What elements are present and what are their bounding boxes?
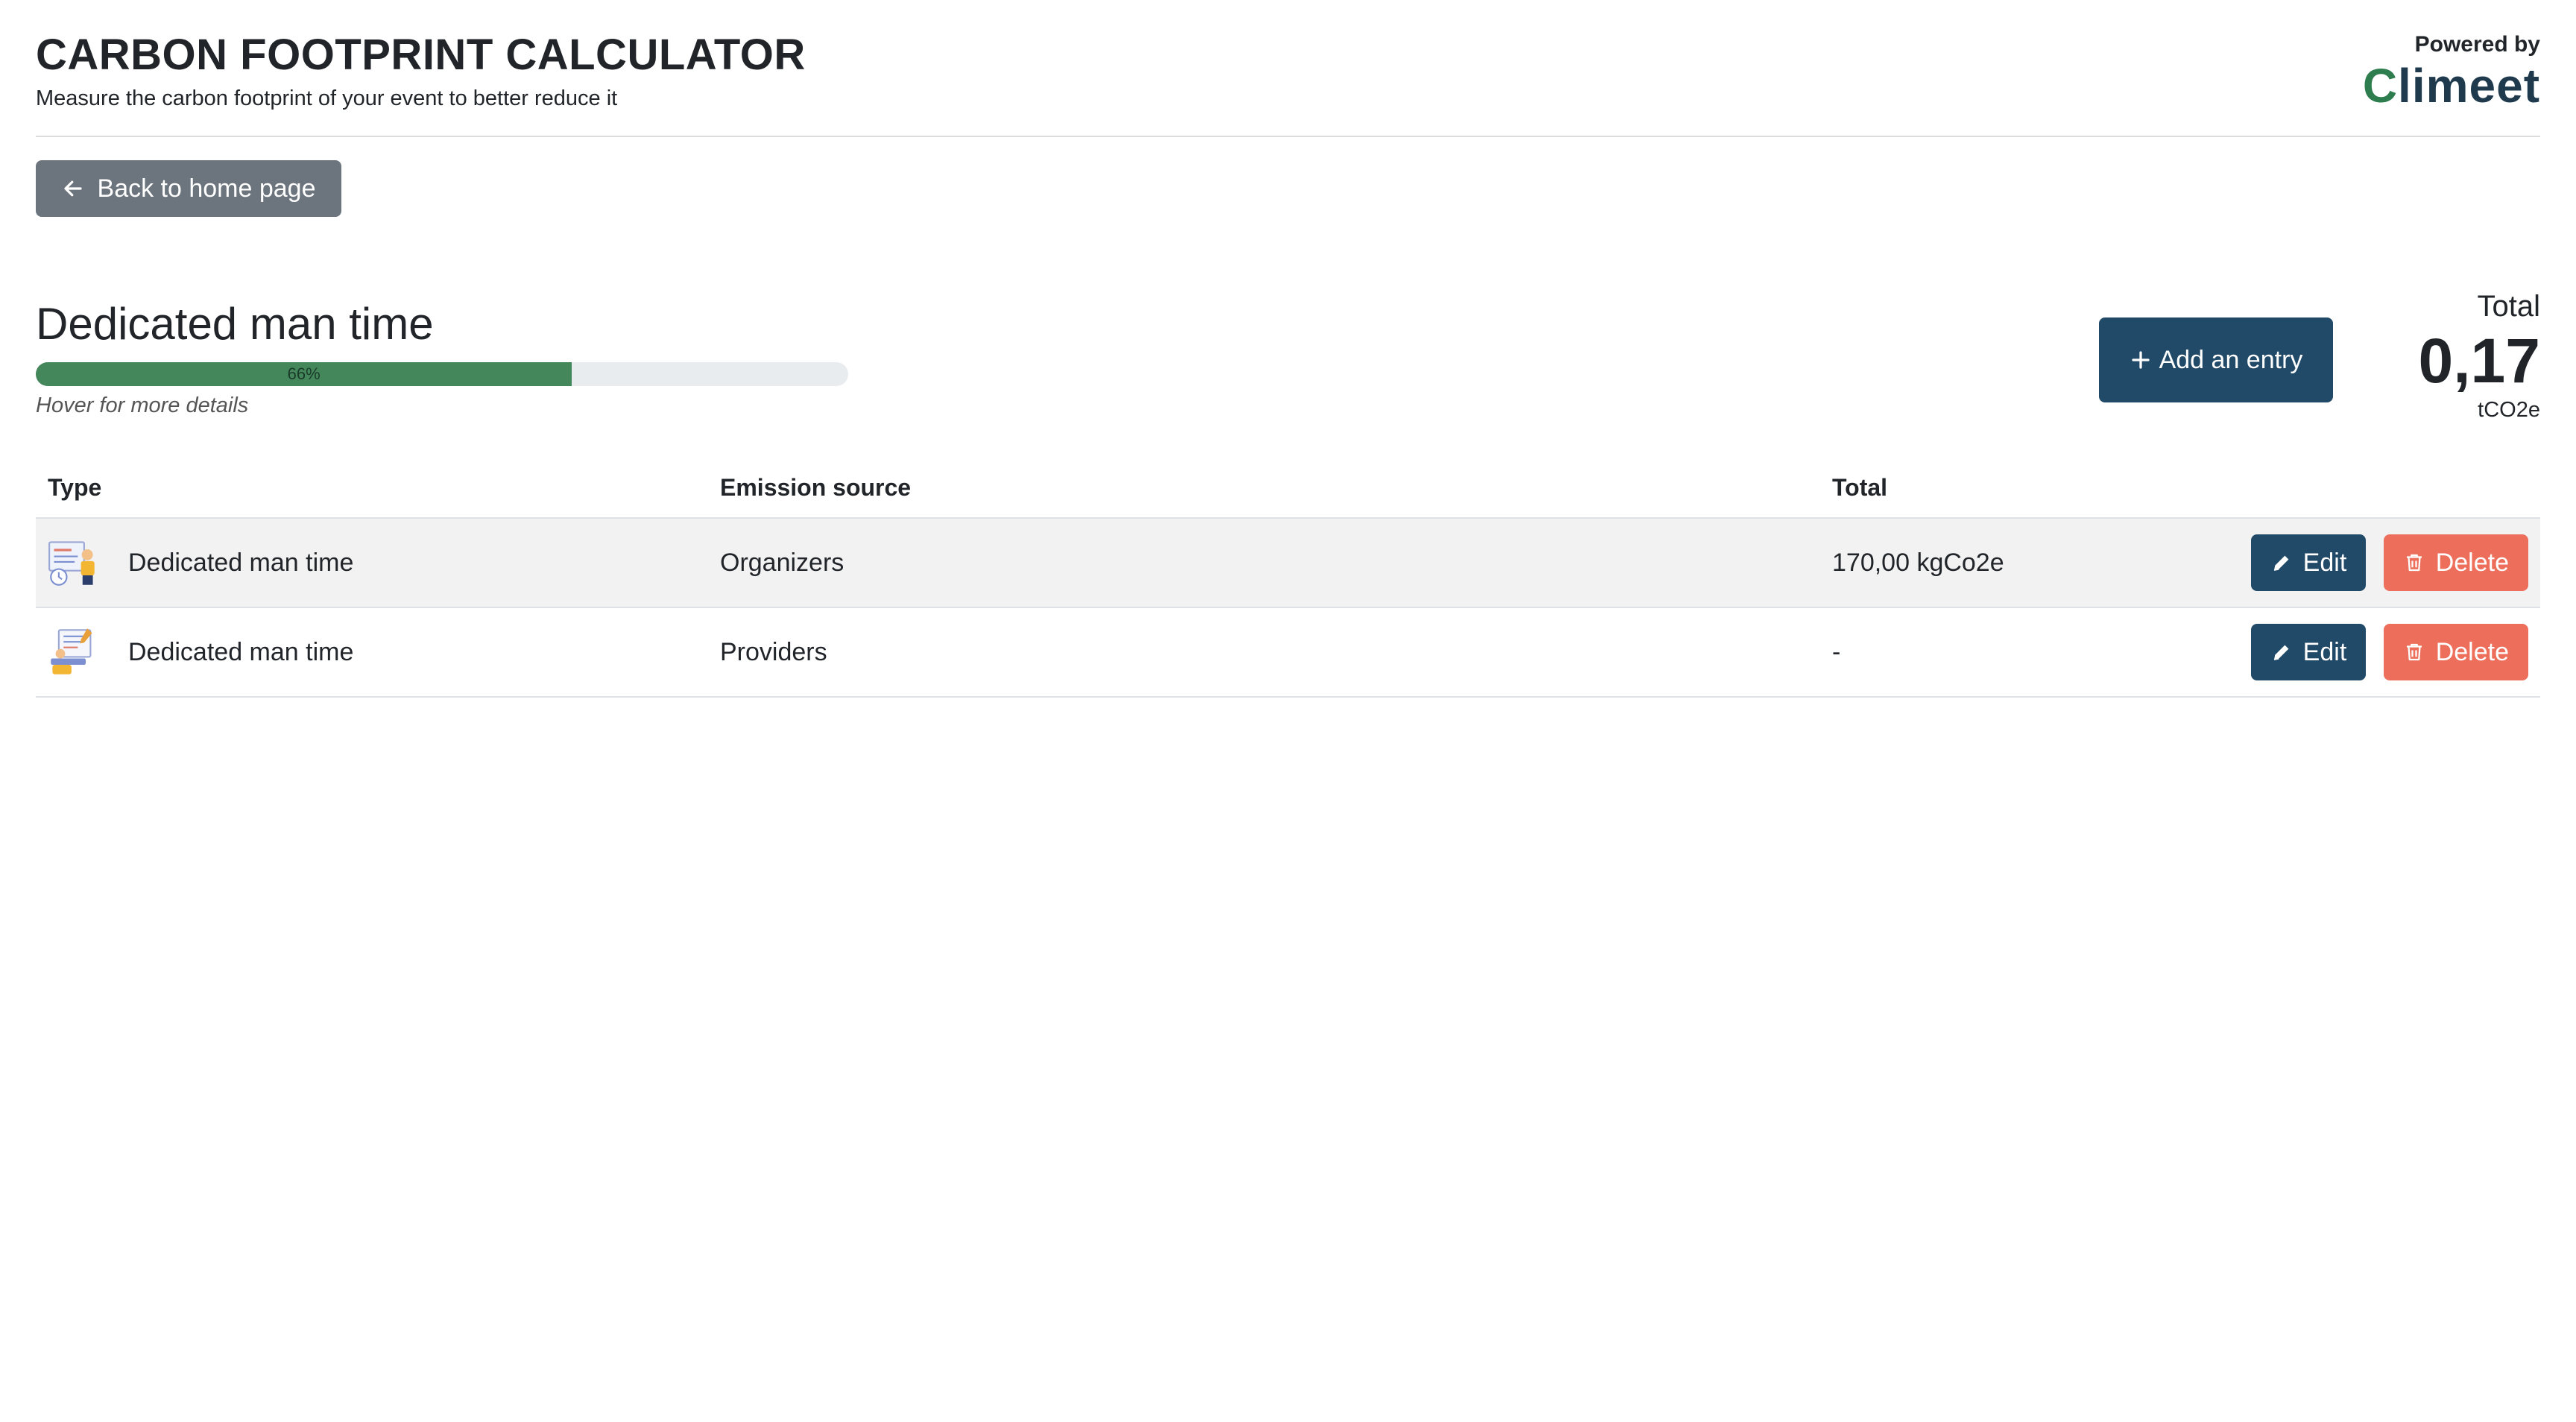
back-to-home-button[interactable]: Back to home page xyxy=(36,160,341,217)
powered-by: Powered by Climeet xyxy=(2363,30,2540,112)
logo-initial: C xyxy=(2362,59,2399,113)
edit-label: Edit xyxy=(2302,637,2347,666)
table-header-row: Type Emission source Total xyxy=(36,458,2540,519)
type-cell: Dedicated man time xyxy=(36,518,708,608)
pencil-icon xyxy=(2273,555,2289,571)
total-cell: 170,00 kgCo2e xyxy=(1820,518,2104,608)
type-label: Dedicated man time xyxy=(128,548,354,577)
edit-label: Edit xyxy=(2302,548,2347,577)
total-cell: - xyxy=(1820,607,2104,698)
back-button-label: Back to home page xyxy=(97,174,316,203)
app-title: CARBON FOOTPRINT CALCULATOR xyxy=(36,31,806,79)
column-header-actions xyxy=(2103,458,2540,519)
hover-hint: Hover for more details xyxy=(36,394,249,417)
powered-by-label: Powered by xyxy=(2414,32,2540,57)
column-header-total: Total xyxy=(1820,458,2104,519)
pencil-icon xyxy=(2273,645,2289,660)
edit-button[interactable]: Edit xyxy=(2250,624,2367,680)
total-label: Total xyxy=(2477,290,2541,323)
add-entry-button[interactable]: Add an entry xyxy=(2099,317,2333,402)
column-header-source: Emission source xyxy=(708,458,1820,519)
table-row: Dedicated man time Providers - Edit Dele… xyxy=(36,607,2540,698)
section-title: Dedicated man time xyxy=(36,299,434,349)
trash-icon xyxy=(2406,643,2422,661)
add-entry-label: Add an entry xyxy=(2159,345,2303,374)
trash-icon xyxy=(2406,554,2422,572)
app-header: CARBON FOOTPRINT CALCULATOR Measure the … xyxy=(36,27,2540,137)
emission-source-cell: Organizers xyxy=(708,518,1820,608)
total-value: 0,17 xyxy=(2418,326,2541,396)
total-unit: tCO2e xyxy=(2478,398,2540,422)
climeet-logo[interactable]: Climeet xyxy=(2363,60,2540,112)
delete-label: Delete xyxy=(2435,637,2509,666)
table-row: Dedicated man time Organizers 170,00 kgC… xyxy=(36,518,2540,608)
page: CARBON FOOTPRINT CALCULATOR Measure the … xyxy=(0,0,2576,1422)
arrow-left-icon xyxy=(63,180,82,197)
entries-table: Type Emission source Total Dedicated man… xyxy=(36,458,2540,698)
progress-bar[interactable]: 66% xyxy=(36,362,848,386)
logo-text: limeet xyxy=(2398,59,2540,113)
edit-button[interactable]: Edit xyxy=(2250,534,2367,591)
delete-button[interactable]: Delete xyxy=(2383,534,2528,591)
organizer-illustration-icon xyxy=(48,541,95,586)
delete-label: Delete xyxy=(2435,548,2509,577)
progress-fill: 66% xyxy=(36,362,572,386)
actions-cell: Edit Delete xyxy=(2103,607,2540,698)
actions-cell: Edit Delete xyxy=(2103,518,2540,608)
column-header-type: Type xyxy=(36,458,708,519)
progress-label: 66% xyxy=(287,364,321,383)
plus-icon xyxy=(2131,351,2150,369)
type-cell: Dedicated man time xyxy=(36,607,708,698)
app-subtitle: Measure the carbon footprint of your eve… xyxy=(36,86,618,110)
total-summary: Total 0,17 tCO2e xyxy=(2419,288,2541,423)
provider-illustration-icon xyxy=(51,628,92,674)
emission-source-cell: Providers xyxy=(708,607,1820,698)
delete-button[interactable]: Delete xyxy=(2383,624,2528,680)
type-label: Dedicated man time xyxy=(128,637,354,666)
